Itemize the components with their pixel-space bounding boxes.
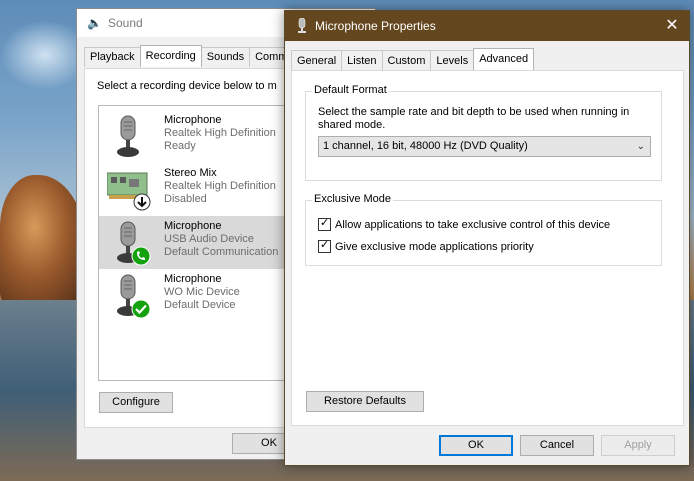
tab-general[interactable]: General: [291, 50, 343, 70]
advanced-panel: Default Format Select the sample rate an…: [291, 70, 684, 426]
checkmark-icon: [131, 299, 151, 319]
exclusive-priority-option[interactable]: Give exclusive mode applications priorit…: [318, 238, 534, 254]
exclusive-mode-group: Exclusive Mode Allow applications to tak…: [305, 193, 662, 266]
default-format-group: Default Format Select the sample rate an…: [305, 84, 662, 181]
format-dropdown[interactable]: 1 channel, 16 bit, 48000 Hz (DVD Quality…: [318, 136, 651, 157]
microphone-icon: [117, 115, 139, 157]
device-driver: USB Audio Device: [164, 233, 254, 245]
rock-formation: [0, 175, 86, 305]
exclusive-control-option[interactable]: Allow applications to take exclusive con…: [318, 216, 611, 232]
configure-button[interactable]: Configure: [99, 392, 173, 413]
down-arrow-icon: [133, 193, 151, 211]
exclusive-mode-label: Exclusive Mode: [312, 193, 394, 205]
device-name: Stereo Mix: [164, 167, 217, 179]
device-driver: WO Mic Device: [164, 286, 240, 298]
tab-sounds[interactable]: Sounds: [200, 47, 251, 67]
device-name: Microphone: [164, 273, 222, 285]
props-title-bar[interactable]: Microphone Properties ✕: [285, 11, 689, 41]
exclusive-control-checkbox[interactable]: [318, 216, 331, 231]
ok-button[interactable]: OK: [439, 435, 513, 456]
exclusive-control-label: Allow applications to take exclusive con…: [335, 218, 611, 231]
props-tabs: General Listen Custom Levels Advanced: [291, 48, 535, 71]
tab-advanced[interactable]: Advanced: [473, 48, 535, 70]
restore-defaults-button[interactable]: Restore Defaults: [306, 391, 424, 412]
device-name: Microphone: [164, 114, 222, 126]
speaker-icon: 🔈: [87, 16, 102, 30]
tab-levels[interactable]: Levels: [430, 50, 475, 70]
close-button[interactable]: ✕: [655, 11, 689, 41]
device-name: Microphone: [164, 220, 222, 232]
chevron-down-icon: ⌄: [636, 141, 645, 152]
device-status: Disabled: [164, 193, 207, 205]
apply-button[interactable]: Apply: [601, 435, 675, 456]
microphone-icon: [298, 18, 306, 33]
recording-hint: Select a recording device below to m: [97, 80, 277, 92]
sound-window-title: Sound: [108, 16, 143, 30]
device-status: Ready: [164, 140, 196, 152]
device-driver: Realtek High Definition: [164, 127, 276, 139]
microphone-properties-window: Microphone Properties ✕ General Listen C…: [284, 10, 690, 466]
tab-custom[interactable]: Custom: [381, 50, 432, 70]
sound-tabs: Playback Recording Sounds Commu: [84, 45, 300, 68]
device-status: Default Communication: [164, 246, 279, 258]
phone-icon: [131, 246, 151, 266]
device-driver: Realtek High Definition: [164, 180, 276, 192]
cancel-button[interactable]: Cancel: [520, 435, 594, 456]
default-format-description: Select the sample rate and bit depth to …: [318, 106, 630, 131]
tab-recording[interactable]: Recording: [139, 45, 202, 67]
tab-listen[interactable]: Listen: [341, 50, 383, 70]
format-dropdown-value: 1 channel, 16 bit, 48000 Hz (DVD Quality…: [323, 140, 528, 152]
props-window-title: Microphone Properties: [315, 19, 436, 33]
exclusive-priority-checkbox[interactable]: [318, 238, 331, 253]
default-format-label: Default Format: [312, 84, 389, 96]
tab-playback[interactable]: Playback: [84, 47, 141, 67]
device-status: Default Device: [164, 299, 236, 311]
exclusive-priority-label: Give exclusive mode applications priorit…: [335, 240, 534, 253]
